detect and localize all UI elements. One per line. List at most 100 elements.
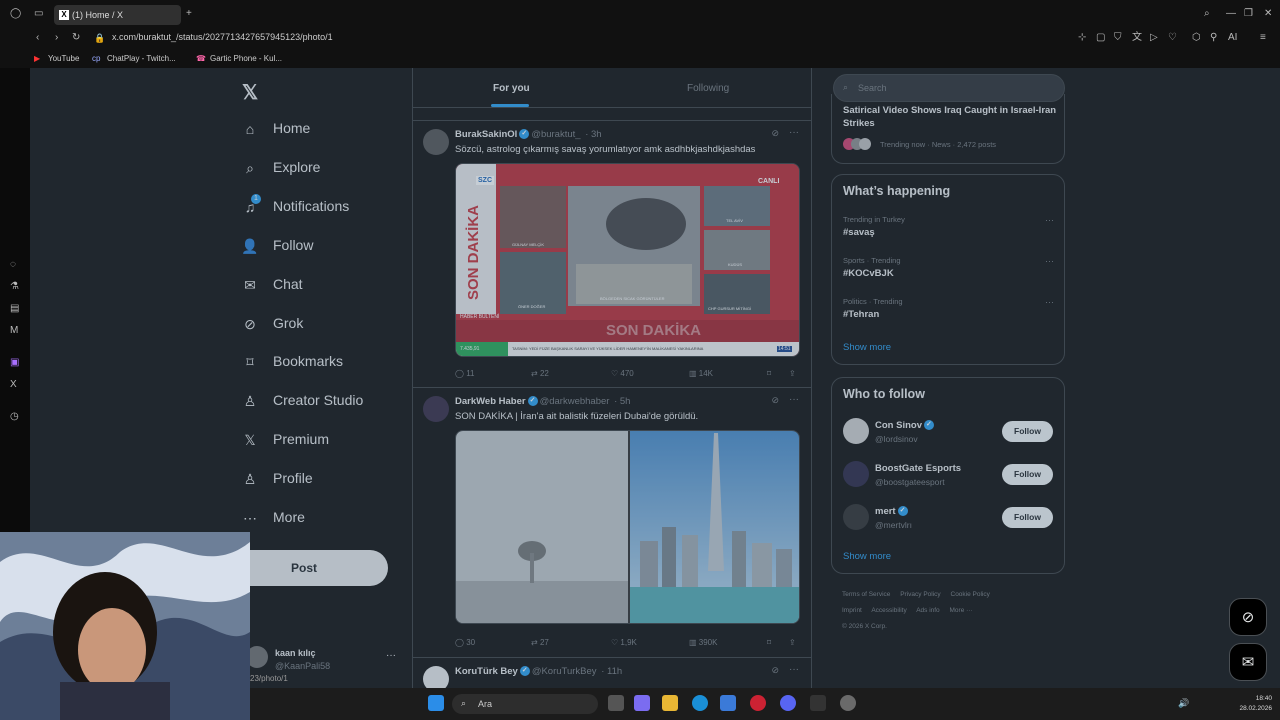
repost-button[interactable]: ⇄ 27	[531, 638, 549, 647]
taskbar-search[interactable]: ⌕ Ara	[452, 694, 598, 714]
footer-link[interactable]: Imprint	[842, 607, 862, 614]
tweet-more-icon[interactable]: ···	[789, 664, 799, 675]
follow-button[interactable]: Follow	[1002, 421, 1053, 442]
tweet-time[interactable]: · 3h	[585, 129, 601, 140]
grok-icon[interactable]: ⊘	[771, 128, 779, 139]
x-sidebar-icon[interactable]: X	[10, 380, 17, 390]
tab-following[interactable]: Following	[687, 83, 729, 94]
footer-link[interactable]: Terms of Service	[842, 591, 890, 598]
bookmark-gartic[interactable]: Gartic Phone - Kul...	[210, 54, 282, 63]
discord-icon[interactable]	[780, 695, 796, 711]
avatar[interactable]	[423, 129, 449, 155]
tweet-more-icon[interactable]: ···	[789, 394, 799, 405]
restore-icon[interactable]: ❐	[1244, 9, 1253, 19]
bookmark-youtube[interactable]: YouTube	[48, 54, 79, 63]
bookmark-icon[interactable]: ⌑	[767, 369, 771, 378]
tweet-author[interactable]: DarkWeb Haber ✓ @darkwebhaber · 5h	[455, 396, 630, 407]
tweet-author[interactable]: BurakSakinOl ✓ @buraktut_ · 3h	[455, 129, 602, 140]
top-trend-card[interactable]: Satirical Video Shows Iraq Caught in Isr…	[831, 94, 1065, 164]
trend-item[interactable]: #KOCvBJK	[843, 268, 894, 279]
follow-name[interactable]: mert ✓	[875, 506, 908, 517]
follow-name[interactable]: Con Sinov ✓	[875, 420, 934, 431]
messages-float-button[interactable]: ✉	[1229, 643, 1267, 681]
url-field[interactable]: x.com/buraktut_/status/20277134276579451…	[112, 32, 333, 42]
show-more-link[interactable]: Show more	[843, 342, 891, 353]
translate-icon[interactable]: 文	[1132, 33, 1142, 43]
reply-button[interactable]: ◯ 30	[455, 638, 475, 647]
grok-float-button[interactable]: ⊘	[1229, 598, 1267, 636]
trend-more-icon[interactable]: ···	[1045, 256, 1054, 266]
follow-name[interactable]: BoostGate Esports	[875, 463, 961, 474]
tweet-media-news[interactable]: SZC CANLI SON DAKİKA GÜLNAY MELÇİK ÖNER …	[455, 163, 800, 357]
tweet-handle[interactable]: @KoruTurkBey	[532, 666, 597, 677]
extensions-icon[interactable]: ⬡	[1192, 33, 1201, 43]
tools-icon[interactable]: ⚗	[10, 282, 19, 292]
reply-button[interactable]: ◯ 11	[455, 369, 475, 378]
play-icon[interactable]: ▷	[1150, 33, 1158, 43]
follow-handle[interactable]: @lordsinov	[875, 434, 918, 444]
follow-handle[interactable]: @mertvlrı	[875, 520, 912, 530]
views-button[interactable]: ▥ 390K	[689, 638, 717, 647]
heart-icon[interactable]: ♡	[1168, 33, 1177, 43]
trend-item[interactable]: #savaş	[843, 227, 875, 238]
aria-icon[interactable]: ◌	[10, 260, 16, 270]
top-trend-title[interactable]: Satirical Video Shows Iraq Caught in Isr…	[843, 104, 1058, 130]
like-button[interactable]: ♡ 1,9K	[611, 638, 637, 647]
account-handle[interactable]: @KaanPali58	[275, 661, 330, 671]
bookmark-icon[interactable]: ⌑	[767, 638, 771, 647]
start-icon[interactable]	[428, 695, 444, 711]
follow-button[interactable]: Follow	[1002, 507, 1053, 528]
twitch-icon[interactable]: ▣	[10, 358, 19, 368]
new-tab-icon[interactable]: +	[186, 9, 192, 19]
aria-ai-icon[interactable]: AI	[1228, 33, 1237, 43]
account-name[interactable]: kaan kılıç	[275, 648, 316, 658]
reload-icon[interactable]: ↻	[72, 33, 80, 43]
opera-icon[interactable]	[750, 695, 766, 711]
messenger-icon[interactable]: M	[10, 326, 18, 336]
account-more-icon[interactable]: ···	[386, 650, 396, 661]
close-icon[interactable]: ✕	[1264, 9, 1272, 19]
footer-link[interactable]: Privacy Policy	[900, 591, 940, 598]
shield-icon[interactable]: ⛉	[1114, 33, 1122, 43]
pin-icon[interactable]: ⊹	[1078, 33, 1086, 43]
grok-icon[interactable]: ⊘	[771, 665, 779, 676]
grok-icon[interactable]: ⊘	[771, 395, 779, 406]
browser-search-icon[interactable]: ⌕	[1204, 9, 1210, 19]
avatar[interactable]	[843, 418, 869, 444]
tweet-time[interactable]: · 11h	[601, 666, 622, 677]
avatar[interactable]	[843, 461, 869, 487]
tweet-time[interactable]: · 5h	[614, 396, 630, 407]
app-icon[interactable]	[840, 695, 856, 711]
tweet-author-name[interactable]: BurakSakinOl	[455, 129, 517, 140]
tweet[interactable]: DarkWeb Haber ✓ @darkwebhaber · 5h ⊘ ··· S…	[413, 388, 811, 658]
forward-icon[interactable]: ›	[55, 33, 58, 43]
footer-link[interactable]: Cookie Policy	[951, 591, 990, 598]
tweet-author[interactable]: KoruTürk Bey ✓ @KoruTurkBey · 11h	[455, 666, 622, 677]
menu-icon[interactable]: ≡	[1260, 33, 1266, 43]
like-button[interactable]: ♡ 470	[611, 369, 634, 378]
copilot-icon[interactable]	[634, 695, 650, 711]
tab-for-you[interactable]: For you	[493, 83, 530, 94]
footer-link[interactable]: More ···	[950, 607, 973, 614]
minimize-icon[interactable]: —	[1226, 9, 1236, 19]
avatar[interactable]	[423, 396, 449, 422]
share-icon[interactable]: ⇪	[789, 369, 796, 378]
footer-link[interactable]: Ads info	[916, 607, 940, 614]
tweet[interactable]: BurakSakinOl ✓ @buraktut_ · 3h ⊘ ··· Sözcü…	[413, 121, 811, 388]
tweet-more-icon[interactable]: ···	[789, 127, 799, 138]
snapshot-icon[interactable]: ▢	[1096, 33, 1105, 43]
avatar[interactable]	[843, 504, 869, 530]
footer-link[interactable]: Accessibility	[871, 607, 906, 614]
tweet-handle[interactable]: @darkwebhaber	[540, 396, 610, 407]
task-view-icon[interactable]	[608, 695, 624, 711]
tweet-author-name[interactable]: DarkWeb Haber	[455, 396, 526, 407]
trend-more-icon[interactable]: ···	[1045, 297, 1054, 307]
back-icon[interactable]: ‹	[36, 33, 39, 43]
volume-icon[interactable]: 🔊	[1178, 698, 1189, 709]
profile-icon[interactable]: ⚲	[1210, 33, 1217, 43]
follow-button[interactable]: Follow	[1002, 464, 1053, 485]
tweet-media-dubai[interactable]	[455, 430, 800, 624]
tweet-author-name[interactable]: KoruTürk Bey	[455, 666, 518, 677]
tweet-handle[interactable]: @buraktut_	[531, 129, 580, 140]
bookmark-chatplay[interactable]: ChatPlay - Twitch...	[107, 54, 176, 63]
